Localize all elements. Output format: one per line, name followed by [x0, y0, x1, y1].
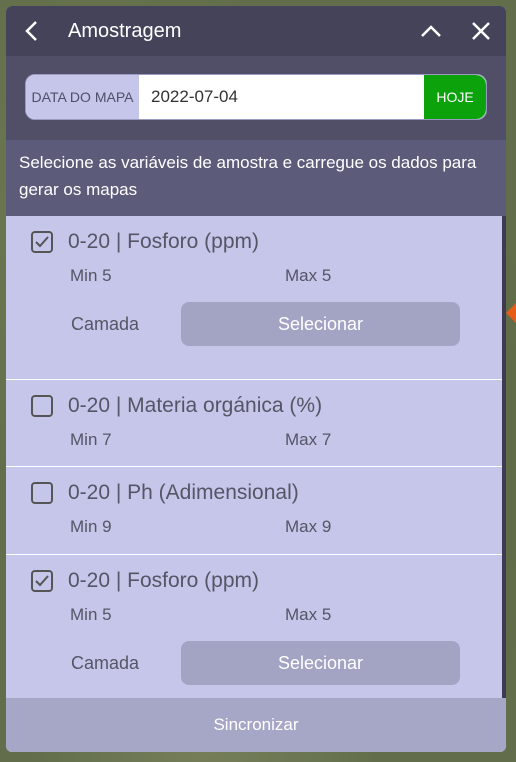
max-value: Max 7 — [285, 430, 332, 449]
instructions-text: Selecione as variáveis de amostra e carr… — [6, 140, 506, 216]
min-value: Min 5 — [70, 266, 112, 285]
layer-label: Camada — [71, 313, 140, 334]
sync-button[interactable]: Sincronizar — [6, 698, 506, 752]
date-picker: DATA DO MAPA HOJE — [25, 74, 487, 120]
select-button[interactable]: Selecionar — [181, 302, 460, 346]
checkmark-icon — [35, 236, 49, 248]
variables-list[interactable]: 0-20 | Fosforo (ppm) Min 5 Max 5 Camada … — [6, 216, 506, 700]
date-input[interactable] — [139, 75, 424, 119]
max-value: Max 5 — [285, 266, 332, 285]
page-title: Amostragem — [68, 19, 182, 42]
layer-label: Camada — [71, 652, 140, 673]
close-icon — [472, 22, 490, 40]
checkbox[interactable] — [31, 231, 53, 253]
variable-name: 0-20 | Materia orgánica (%) — [68, 394, 323, 417]
checkbox[interactable] — [31, 395, 53, 417]
list-item: 0-20 | Materia orgánica (%) Min 7 Max 7 — [6, 380, 506, 467]
panel-header: Amostragem — [6, 6, 506, 56]
variable-name: 0-20 | Fosforo (ppm) — [68, 569, 260, 592]
close-button[interactable] — [456, 6, 506, 56]
back-button[interactable] — [6, 6, 56, 56]
chevron-up-icon — [421, 25, 441, 37]
max-value: Max 5 — [285, 605, 332, 624]
min-value: Min 5 — [70, 605, 112, 624]
min-value: Min 9 — [70, 517, 112, 536]
today-button[interactable]: HOJE — [424, 75, 486, 119]
date-bar: DATA DO MAPA HOJE — [6, 56, 506, 140]
sampling-panel: Amostragem DATA DO MAPA HOJE Selecione a… — [6, 6, 506, 752]
list-item: 0-20 | Fosforo (ppm) Min 5 Max 5 Camada … — [6, 555, 506, 700]
map-marker[interactable] — [506, 303, 516, 323]
checkmark-icon — [35, 575, 49, 587]
max-value: Max 9 — [285, 517, 332, 536]
select-button[interactable]: Selecionar — [181, 641, 460, 685]
date-label: DATA DO MAPA — [26, 75, 139, 119]
checkbox[interactable] — [31, 482, 53, 504]
chevron-left-icon — [25, 21, 37, 41]
variable-name: 0-20 | Fosforo (ppm) — [68, 230, 260, 253]
collapse-button[interactable] — [406, 6, 456, 56]
list-item: 0-20 | Ph (Adimensional) Min 9 Max 9 — [6, 467, 506, 555]
variable-name: 0-20 | Ph (Adimensional) — [68, 481, 299, 504]
min-value: Min 7 — [70, 430, 112, 449]
list-item: 0-20 | Fosforo (ppm) Min 5 Max 5 Camada … — [6, 216, 506, 380]
checkbox[interactable] — [31, 570, 53, 592]
